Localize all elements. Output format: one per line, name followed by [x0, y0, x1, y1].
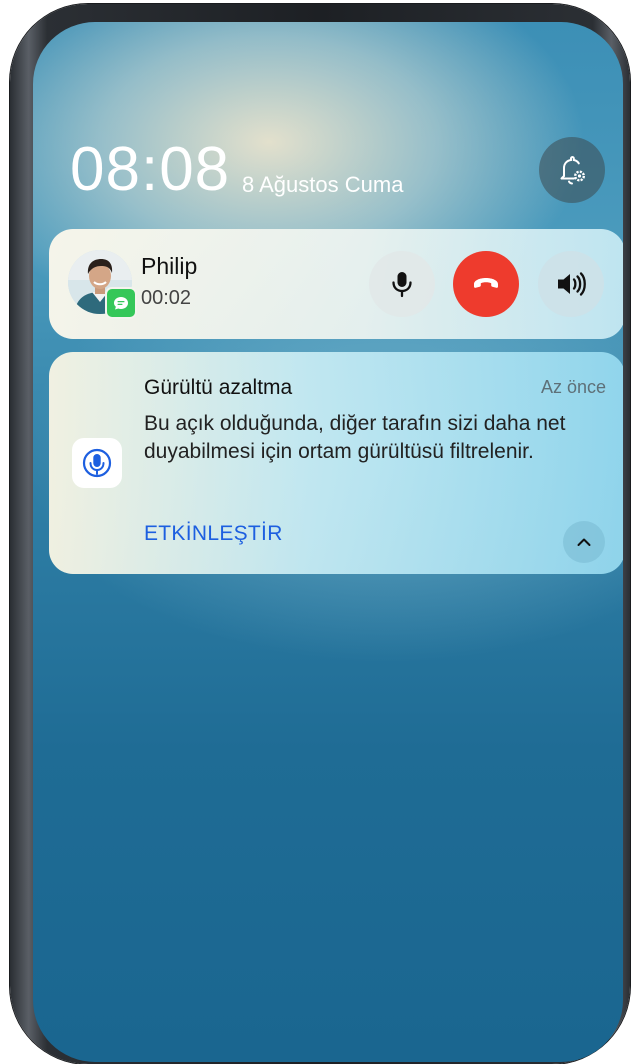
speaker-icon [558, 272, 586, 296]
notification-body: Bu açık olduğunda, diğer tarafın sizi da… [144, 412, 566, 463]
collapse-button[interactable] [563, 521, 605, 563]
speaker-button[interactable] [538, 251, 604, 317]
noise-reduction-notification[interactable]: Gürültü azaltma Az önce Bu açık olduğund… [49, 352, 623, 574]
message-icon [114, 297, 128, 310]
ongoing-call-card[interactable]: Philip 00:02 [49, 229, 623, 339]
microphone-icon [82, 448, 112, 478]
phone-frame: 08:08 8 Ağustos Cuma Philip 00:02 Gürült… [10, 4, 630, 1064]
enable-button[interactable]: ETKİNLEŞTİR [144, 522, 283, 546]
call-duration: 00:02 [141, 287, 192, 309]
chevron-up-icon [577, 538, 591, 546]
clock: 08:08 [70, 135, 231, 204]
message-badge [105, 287, 137, 319]
notification-settings-button[interactable] [539, 137, 605, 203]
mute-button[interactable] [369, 251, 435, 317]
notification-title: Gürültü azaltma [144, 376, 293, 399]
notification-time: Az önce [540, 377, 606, 397]
lock-screen: 08:08 8 Ağustos Cuma Philip 00:02 Gürült… [33, 22, 623, 1062]
date-label: 8 Ağustos Cuma [242, 172, 404, 197]
phone-hangup-icon [474, 278, 498, 288]
microphone-icon [392, 272, 412, 298]
bell-gear-icon [560, 155, 586, 185]
notification-app-icon [72, 438, 122, 488]
caller-name: Philip [141, 253, 198, 279]
end-call-button[interactable] [453, 251, 519, 317]
